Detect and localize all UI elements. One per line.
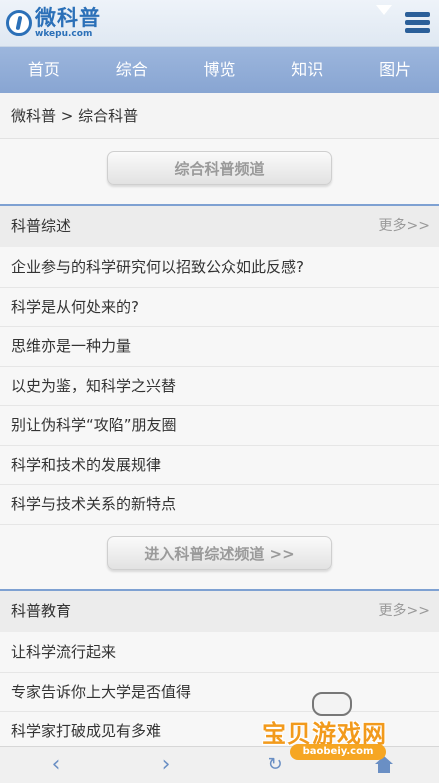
section-header-overview: 科普综述 更多>> [0,204,439,247]
nav-item-knowledge[interactable]: 知识 [263,47,351,93]
gamepad-icon [312,692,352,716]
section-title: 科普教育 [11,602,72,620]
wifi-icon [376,5,392,15]
section-title: 科普综述 [11,217,72,235]
main-nav: 首页 综合 博览 知识 图片 [0,47,439,93]
channel-button[interactable]: 综合科普频道 [107,151,332,185]
nav-item-pictures[interactable]: 图片 [351,47,439,93]
menu-icon[interactable] [405,12,430,34]
logo-domain: wkepu.com [35,28,93,39]
list-item[interactable]: 科学是从何处来的? [0,288,439,327]
forward-icon[interactable]: › [154,753,178,777]
list-item[interactable]: 企业参与的科学研究何以招致公众如此反感? [0,248,439,288]
top-bar: 微科普 wkepu.com [0,0,439,47]
logo-title: 微科普 [35,5,101,30]
list-item[interactable]: 让科学流行起来 [0,633,439,673]
more-link[interactable]: 更多>> [379,206,430,247]
enter-overview-channel-button[interactable]: 进入科普综述频道 >> [107,536,332,570]
nav-item-expo[interactable]: 博览 [176,47,264,93]
list-item[interactable]: 别让伪科学“攻陷”朋友圈 [0,406,439,446]
site-logo[interactable]: 微科普 wkepu.com [6,6,101,40]
nav-item-home[interactable]: 首页 [0,47,88,93]
back-icon[interactable]: ‹ [44,753,68,777]
list-item[interactable]: 科学与技术关系的新特点 [0,485,439,525]
list-item[interactable]: 思维亦是一种力量 [0,327,439,367]
article-list-overview: 企业参与的科学研究何以招致公众如此反感? 科学是从何处来的? 思维亦是一种力量 … [0,248,439,525]
watermark-domain: baobeiy.com [290,744,386,760]
logo-mark-icon [6,10,32,36]
section-header-education: 科普教育 更多>> [0,589,439,632]
breadcrumb: 微科普 > 综合科普 [0,93,439,139]
list-item[interactable]: 科学和技术的发展规律 [0,446,439,485]
watermark: 宝贝游戏网 baobeiy.com [262,692,412,764]
list-item[interactable]: 以史为鉴，知科学之兴替 [0,367,439,406]
more-link[interactable]: 更多>> [379,591,430,632]
nav-item-general[interactable]: 综合 [88,47,176,93]
